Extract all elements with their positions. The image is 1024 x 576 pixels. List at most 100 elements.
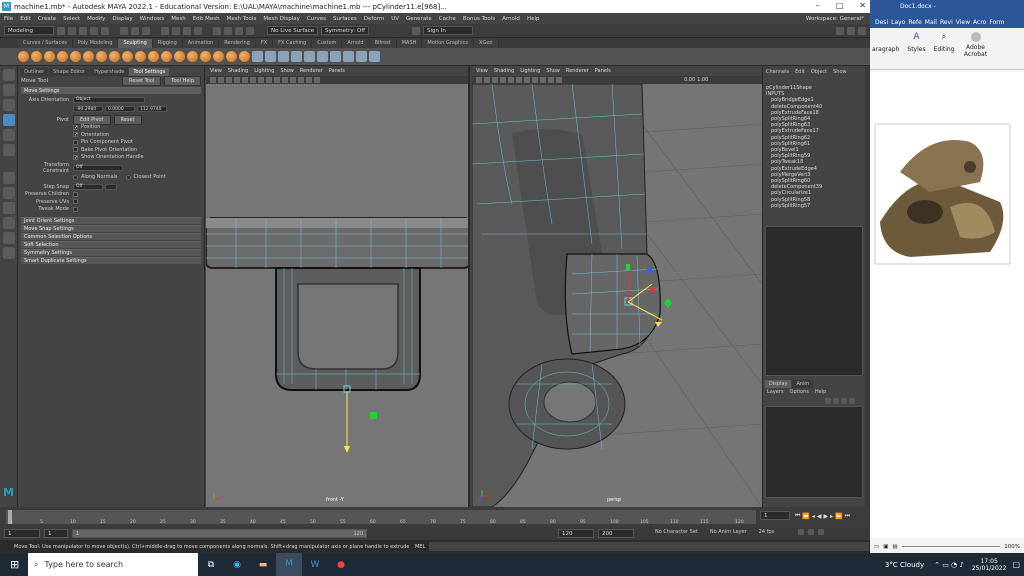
fps-dropdown[interactable]: 24 fps bbox=[759, 529, 775, 535]
knife-brush-icon[interactable] bbox=[187, 51, 198, 62]
mirror-icon[interactable] bbox=[356, 51, 367, 62]
menu-deform[interactable]: Deform bbox=[364, 16, 384, 22]
vp2-bookmark-icon[interactable] bbox=[492, 77, 498, 83]
step-snap-value-field[interactable] bbox=[105, 183, 117, 190]
shelf-tab-poly-modeling[interactable]: Poly Modeling bbox=[72, 38, 119, 48]
preserve-children-checkbox[interactable] bbox=[73, 191, 78, 197]
shelf-tab-arnold[interactable]: Arnold bbox=[342, 38, 370, 48]
menu-bonus-tools[interactable]: Bonus Tools bbox=[463, 16, 495, 22]
menu-edit[interactable]: Edit bbox=[20, 16, 31, 22]
wireframe-icon[interactable] bbox=[266, 77, 272, 83]
tab-shape-editor[interactable]: Shape Editor bbox=[49, 68, 90, 76]
vp2-textured-icon[interactable] bbox=[532, 77, 538, 83]
undo-icon[interactable] bbox=[90, 26, 98, 35]
grid-icon[interactable] bbox=[242, 77, 248, 83]
menu-cache[interactable]: Cache bbox=[439, 16, 456, 22]
clock[interactable]: 17:05 25/01/2022 bbox=[972, 558, 1007, 572]
layer-icon[interactable] bbox=[304, 51, 315, 62]
preserve-uvs-checkbox[interactable] bbox=[73, 199, 78, 205]
foamy-brush-icon[interactable] bbox=[96, 51, 107, 62]
cb-menu-channels[interactable]: Channels bbox=[766, 69, 789, 75]
auto-key-icon[interactable] bbox=[808, 529, 815, 535]
bookmark-icon[interactable] bbox=[226, 77, 232, 83]
symmetry-dropdown[interactable]: Symmetry: Off bbox=[321, 26, 370, 35]
search-icon[interactable] bbox=[2, 247, 15, 259]
vp-menu-lighting[interactable]: Lighting bbox=[254, 68, 274, 74]
vp2-camera-icon[interactable] bbox=[476, 77, 482, 83]
vp2-wireframe-icon[interactable] bbox=[508, 77, 514, 83]
orientation-checkbox[interactable]: ✓ bbox=[73, 132, 78, 138]
shelf-tab-motion-graphics[interactable]: Motion Graphics bbox=[422, 38, 475, 48]
notifications-icon[interactable]: ▢ bbox=[1012, 560, 1020, 569]
edit-pivot-button[interactable]: Edit Pivot bbox=[73, 114, 111, 125]
vp2-xray-icon[interactable] bbox=[556, 77, 562, 83]
menu-uv[interactable]: UV bbox=[391, 16, 399, 22]
close-icon[interactable]: ✕ bbox=[859, 1, 866, 10]
tool-help-button[interactable]: Tool Help bbox=[164, 76, 201, 86]
shelf-tab-custom[interactable]: Custom bbox=[312, 38, 343, 48]
vp2-grid-icon[interactable] bbox=[500, 77, 506, 83]
word-tab-format[interactable]: Form bbox=[988, 17, 1005, 28]
live-surface-field[interactable]: No Live Surface bbox=[267, 26, 319, 35]
move-layer-up-icon[interactable] bbox=[825, 398, 831, 404]
vp-menu-panels[interactable]: Panels bbox=[329, 68, 345, 74]
redo-icon[interactable] bbox=[101, 26, 109, 35]
falloff-icon[interactable] bbox=[343, 51, 354, 62]
go-to-start-icon[interactable]: ⏮ bbox=[795, 512, 800, 520]
outliner-layout-icon[interactable] bbox=[2, 217, 15, 229]
repeat-brush-icon[interactable] bbox=[122, 51, 133, 62]
word-acrobat-group[interactable]: Adobe Acrobat bbox=[963, 32, 989, 65]
vp2-smooth-shade-icon[interactable] bbox=[516, 77, 522, 83]
layer-menu-options[interactable]: Options bbox=[790, 389, 809, 395]
y-field[interactable]: 0.0000 bbox=[105, 106, 135, 113]
current-frame-field[interactable]: 1 bbox=[760, 511, 790, 520]
position-checkbox[interactable]: ✓ bbox=[73, 124, 78, 130]
reset-pivot-button[interactable]: Reset bbox=[113, 114, 142, 125]
word-tab-view[interactable]: View bbox=[955, 17, 971, 28]
wireframe-on-shaded-icon[interactable] bbox=[282, 77, 288, 83]
playback-end-field[interactable]: 120 bbox=[558, 529, 594, 538]
spray-brush-icon[interactable] bbox=[109, 51, 120, 62]
construction-history-icon[interactable] bbox=[213, 26, 221, 35]
shelf-tab-xgen[interactable]: XGen bbox=[474, 38, 499, 48]
snap-curve-icon[interactable] bbox=[172, 26, 180, 35]
vp2-wire-on-shaded-icon[interactable] bbox=[524, 77, 530, 83]
vp2-menu-renderer[interactable]: Renderer bbox=[566, 68, 589, 74]
snap-plane-icon[interactable] bbox=[194, 26, 202, 35]
lights-icon[interactable] bbox=[298, 77, 304, 83]
word-tab-acrobat[interactable]: Acro bbox=[972, 17, 987, 28]
step-forward-key-icon[interactable]: ⏩ bbox=[835, 513, 842, 520]
symmetry-settings-header[interactable]: Symmetry Settings bbox=[21, 249, 201, 256]
zoom-level[interactable]: 100% bbox=[1004, 544, 1020, 550]
joint-orient-settings-header[interactable]: Joint Orient Settings bbox=[21, 217, 201, 224]
chrome-icon[interactable]: ● bbox=[328, 560, 354, 570]
open-scene-icon[interactable] bbox=[68, 26, 76, 35]
shelf-tab-bifrost[interactable]: Bifrost bbox=[369, 38, 397, 48]
soft-selection-header[interactable]: Soft Selection bbox=[21, 241, 201, 248]
gamma-field[interactable]: 1.00 bbox=[697, 77, 708, 83]
view-web-icon[interactable]: ▤ bbox=[892, 544, 897, 550]
relax-brush-icon[interactable] bbox=[44, 51, 55, 62]
shelf-tab-sculpting[interactable]: Sculpting bbox=[118, 38, 153, 48]
view-print-icon[interactable]: ▣ bbox=[883, 544, 888, 550]
shadows-icon[interactable] bbox=[306, 77, 312, 83]
pin-component-pivot-checkbox[interactable] bbox=[73, 139, 78, 145]
layer-tab-display[interactable]: Display bbox=[765, 380, 792, 388]
view-read-icon[interactable]: ▭ bbox=[874, 544, 879, 550]
smooth-shade-icon[interactable] bbox=[274, 77, 280, 83]
two-view-layout-icon[interactable] bbox=[2, 202, 15, 214]
task-view-icon[interactable]: ⧉ bbox=[198, 560, 224, 570]
textured-icon[interactable] bbox=[290, 77, 296, 83]
menu-mesh-display[interactable]: Mesh Display bbox=[263, 16, 300, 22]
along-normals-radio[interactable] bbox=[73, 174, 78, 180]
step-forward-frame-icon[interactable]: ▸ bbox=[830, 513, 833, 520]
menu-display[interactable]: Display bbox=[112, 16, 132, 22]
select-hierarchy-icon[interactable] bbox=[120, 26, 128, 35]
new-layer-selected-icon[interactable] bbox=[849, 398, 855, 404]
taskbar-search-box[interactable]: ⌕ Type here to search bbox=[28, 553, 198, 576]
imprint-brush-icon[interactable] bbox=[135, 51, 146, 62]
menu-generate[interactable]: Generate bbox=[406, 16, 432, 22]
axis-orientation-dropdown[interactable]: Object bbox=[73, 96, 145, 103]
bake-pivot-orientation-checkbox[interactable] bbox=[73, 147, 78, 153]
vp2-menu-show[interactable]: Show bbox=[546, 68, 560, 74]
